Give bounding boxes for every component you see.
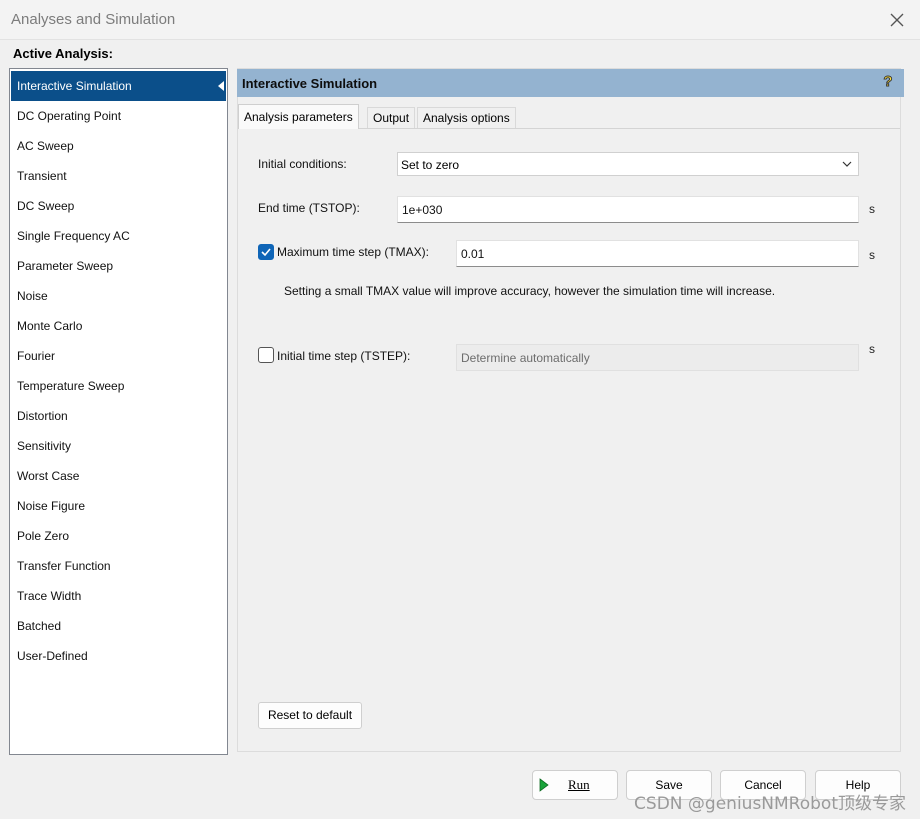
analysis-item[interactable]: Batched [11,611,226,641]
tab-analysis-parameters[interactable]: Analysis parameters [238,104,359,129]
active-analysis-label: Active Analysis: [13,46,113,61]
analysis-item[interactable]: Parameter Sweep [11,251,226,281]
max-step-unit: s [869,248,875,262]
initial-conditions-label: Initial conditions: [258,157,347,171]
end-time-input[interactable] [397,196,859,223]
tab-analysis-options[interactable]: Analysis options [417,107,516,128]
max-step-input[interactable] [456,240,859,267]
analysis-item[interactable]: Single Frequency AC [11,221,226,251]
svg-text:?: ? [883,73,892,90]
analysis-item[interactable]: DC Operating Point [11,101,226,131]
analysis-list[interactable]: Interactive Simulation DC Operating Point… [9,68,228,755]
run-label: Run [568,777,590,792]
analysis-item[interactable]: Transfer Function [11,551,226,581]
tab-output[interactable]: Output [367,107,416,128]
analysis-item[interactable]: User-Defined [11,641,226,671]
watermark: CSDN @geniusNMRobot顶级专家 [634,794,906,814]
panel-header: Interactive Simulation ? [237,69,904,97]
analysis-item[interactable]: AC Sweep [11,131,226,161]
analysis-item[interactable]: Trace Width [11,581,226,611]
analysis-item[interactable]: Fourier [11,341,226,371]
reset-to-default-button[interactable]: Reset to default [258,702,362,729]
initial-step-checkbox[interactable] [258,347,274,363]
analysis-item[interactable]: Worst Case [11,461,226,491]
window-title: Analyses and Simulation [11,11,176,28]
initial-step-input [456,344,859,371]
analysis-item[interactable]: Temperature Sweep [11,371,226,401]
max-step-label: Maximum time step (TMAX): [277,245,430,259]
run-button[interactable]: Run [532,770,618,800]
max-step-checkbox[interactable] [258,244,274,260]
initial-conditions-value: Set to zero [401,158,460,172]
initial-step-label: Initial time step (TSTEP): [277,349,411,363]
initial-conditions-select[interactable]: Set to zero [397,152,859,176]
help-icon[interactable]: ? [881,72,895,90]
end-time-label: End time (TSTOP): [258,201,360,215]
selection-arrow-icon [218,81,224,91]
tmax-hint: Setting a small TMAX value will improve … [284,284,776,298]
analysis-item[interactable]: Interactive Simulation [11,71,226,101]
analysis-item[interactable]: Sensitivity [11,431,226,461]
analysis-item[interactable]: Pole Zero [11,521,226,551]
panel-title: Interactive Simulation [242,76,378,91]
analysis-item[interactable]: Noise Figure [11,491,226,521]
end-time-unit: s [869,202,875,216]
analysis-item[interactable]: Noise [11,281,226,311]
analysis-item[interactable]: Monte Carlo [11,311,226,341]
checkmark-icon [261,248,271,257]
play-icon [539,778,549,792]
close-icon[interactable] [886,9,908,31]
chevron-down-icon [842,161,852,167]
analysis-item[interactable]: Distortion [11,401,226,431]
title-bar: Analyses and Simulation [0,0,920,40]
analysis-item[interactable]: Transient [11,161,226,191]
initial-step-unit: s [869,342,875,356]
analysis-item[interactable]: DC Sweep [11,191,226,221]
